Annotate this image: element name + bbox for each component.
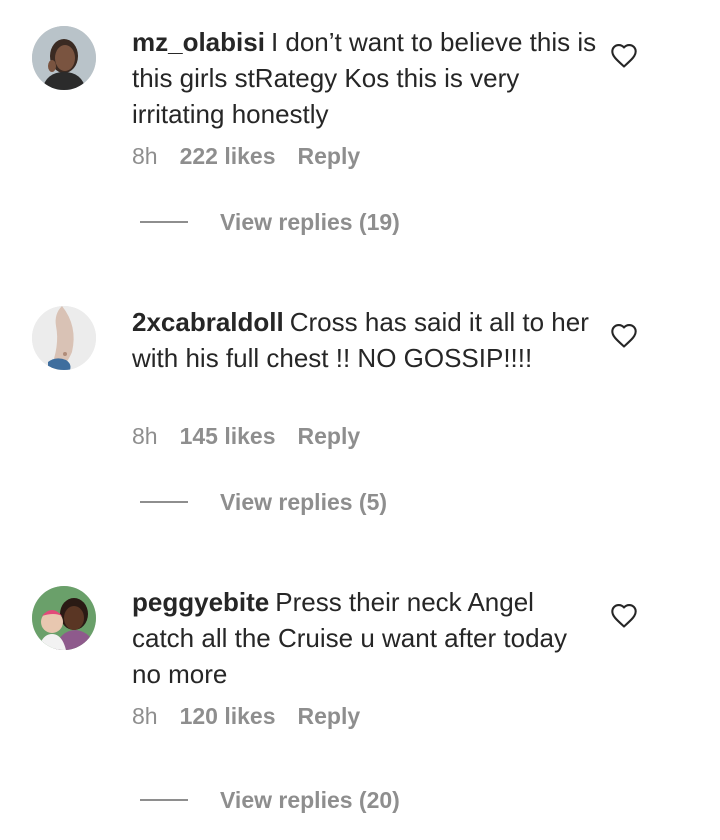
comment-item: mz_olabisi I don’t want to believe this i… — [0, 0, 720, 280]
heart-icon[interactable] — [610, 42, 638, 70]
avatar[interactable] — [32, 306, 96, 370]
view-replies-button[interactable]: View replies (19) — [140, 204, 400, 240]
timestamp: 8h — [132, 143, 158, 169]
username[interactable]: peggyebite — [132, 587, 269, 617]
avatar[interactable] — [32, 586, 96, 650]
comment-meta: 8h 120 likes Reply — [132, 698, 382, 734]
comment-text: peggyebite Press their neck Angel catch a… — [132, 584, 602, 692]
view-replies-label: View replies (5) — [220, 488, 388, 515]
heart-icon[interactable] — [610, 322, 638, 350]
view-replies-button[interactable]: View replies (5) — [140, 484, 387, 520]
view-replies-button[interactable]: View replies (20) — [140, 782, 400, 818]
likes-count[interactable]: 120 likes — [180, 703, 276, 729]
comment-meta: 8h 145 likes Reply — [132, 418, 382, 454]
username[interactable]: mz_olabisi — [132, 27, 265, 57]
view-replies-label: View replies (19) — [220, 208, 400, 235]
comment-item: 2xcabraldoll Cross has said it all to her… — [0, 280, 720, 560]
reply-button[interactable]: Reply — [298, 423, 361, 449]
comment-item: peggyebite Press their neck Angel catch a… — [0, 560, 720, 840]
divider-line — [140, 221, 188, 223]
comment-meta: 8h 222 likes Reply — [132, 138, 382, 174]
comment-text: mz_olabisi I don’t want to believe this i… — [132, 24, 602, 132]
comment-text: 2xcabraldoll Cross has said it all to her… — [132, 304, 602, 376]
username[interactable]: 2xcabraldoll — [132, 307, 284, 337]
reply-button[interactable]: Reply — [298, 703, 361, 729]
timestamp: 8h — [132, 423, 158, 449]
divider-line — [140, 501, 188, 503]
likes-count[interactable]: 145 likes — [180, 423, 276, 449]
heart-icon[interactable] — [610, 602, 638, 630]
likes-count[interactable]: 222 likes — [180, 143, 276, 169]
reply-button[interactable]: Reply — [298, 143, 361, 169]
view-replies-label: View replies (20) — [220, 786, 400, 813]
avatar[interactable] — [32, 26, 96, 90]
divider-line — [140, 799, 188, 801]
timestamp: 8h — [132, 703, 158, 729]
